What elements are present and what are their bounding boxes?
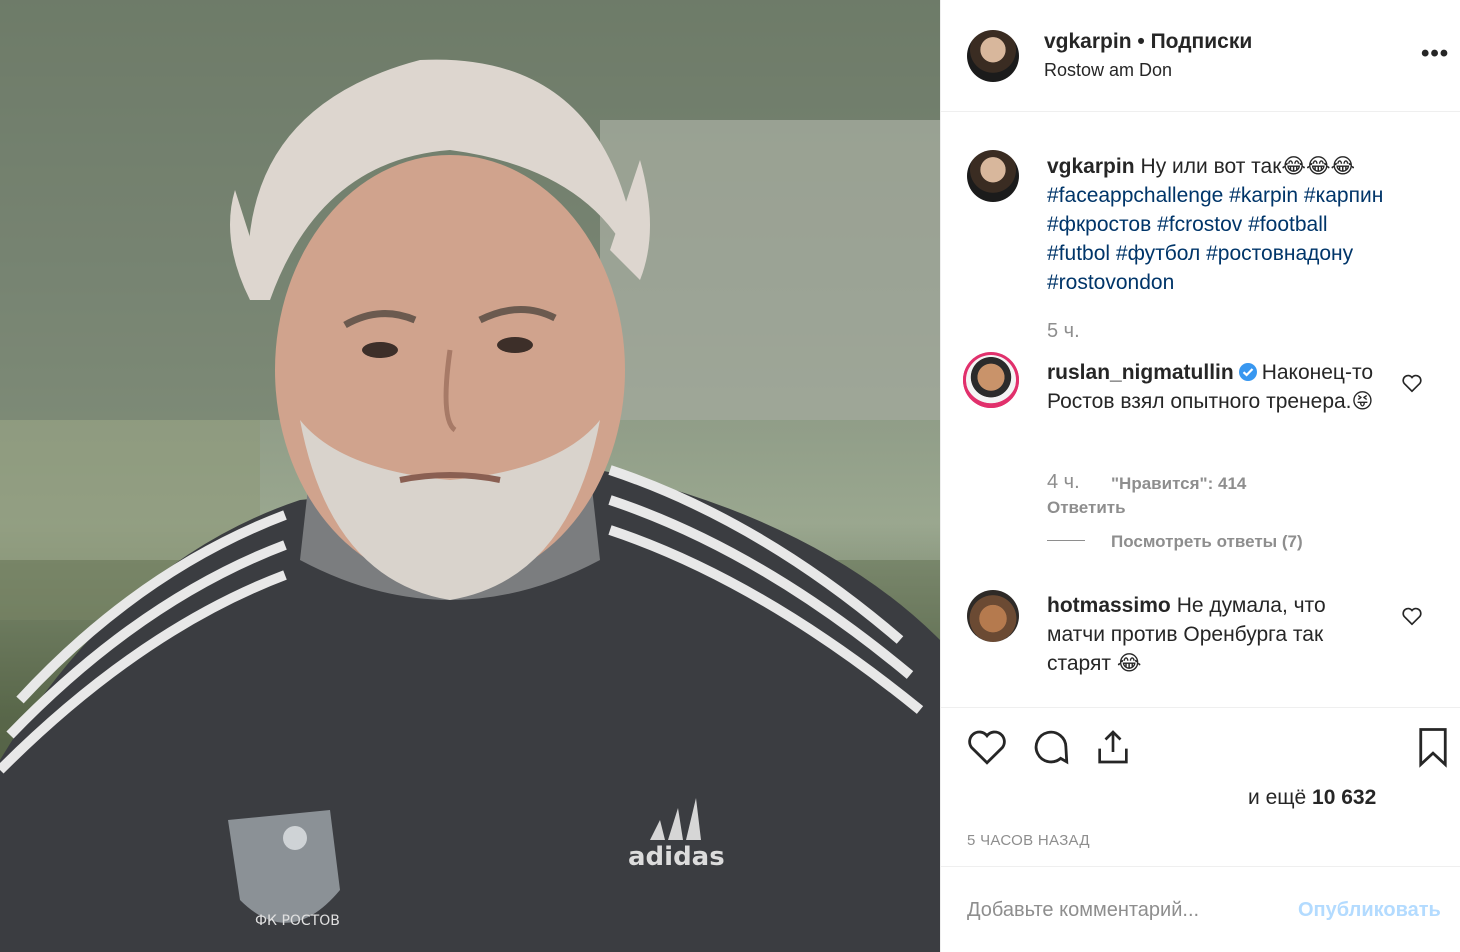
post-caption: vgkarpin Ну или вот так😂😂😂 #faceappchalle… [1047,152,1437,297]
comment-time[interactable]: 4 ч. [1047,471,1080,494]
hashtag-link[interactable]: #faceappchallenge [1047,184,1223,207]
post-sidebar: vgkarpin • Подписки Rostow am Don ••• vg… [940,0,1460,952]
add-comment-input[interactable]: Добавьте комментарий... [967,899,1199,922]
post: ФК РОСТОВ adidas vgkarpin • Подписки Ros… [0,0,1460,952]
hashtag-link[interactable]: #fcrostov [1157,213,1242,236]
photo-illustration: ФК РОСТОВ adidas [0,0,940,952]
reply-button[interactable]: Ответить [1047,498,1126,518]
caption-avatar[interactable] [967,150,1019,202]
crest-text: ФК РОСТОВ [255,913,340,929]
header-user-line: vgkarpin • Подписки [1044,30,1252,54]
comment-username[interactable]: ruslan_nigmatullin [1047,361,1234,384]
publish-button[interactable]: Опубликовать [1298,899,1441,922]
replies-divider [1047,540,1085,541]
post-timestamp[interactable]: 5 ЧАСОВ НАЗАД [967,832,1090,849]
comment-icon[interactable] [1029,726,1073,768]
hashtag-link[interactable]: #karpin [1229,184,1298,207]
comment-1: ruslan_nigmatullin Наконец-то Ростов взял… [1047,358,1377,416]
bookmark-icon[interactable] [1415,726,1451,768]
verified-badge-icon [1238,363,1257,381]
author-avatar[interactable] [967,30,1019,82]
hashtag-link[interactable]: #футбол [1116,242,1200,265]
heart-icon[interactable] [965,726,1009,768]
more-options-icon[interactable]: ••• [1421,42,1449,66]
comment-username[interactable]: hotmassimo [1047,594,1171,617]
post-photo[interactable]: ФК РОСТОВ adidas [0,0,940,952]
comment-like-heart-icon[interactable] [1401,605,1423,627]
caption-text: Ну или вот так😂😂😂 [1140,155,1356,178]
add-comment-divider [941,866,1460,867]
comment-2: hotmassimo Не думала, что матчи против Ор… [1047,591,1347,678]
likes-prefix: и ещё [1248,786,1307,809]
likes-count: 10 632 [1312,786,1377,809]
author-username[interactable]: vgkarpin [1044,30,1132,53]
post-location[interactable]: Rostow am Don [1044,60,1172,81]
hashtag-link[interactable]: #football [1248,213,1327,236]
actions-divider [941,707,1460,708]
commenter-avatar[interactable] [967,590,1019,642]
hashtag-link[interactable]: #futbol [1047,242,1110,265]
view-replies-button[interactable]: Посмотреть ответы (7) [1111,532,1303,552]
caption-time[interactable]: 5 ч. [1047,320,1080,343]
hashtag-link[interactable]: #карпин [1304,184,1383,207]
commenter-avatar[interactable] [963,352,1019,408]
comment-likes[interactable]: "Нравится": 414 [1111,474,1246,494]
adidas-logo: adidas [628,842,725,872]
post-header: vgkarpin • Подписки Rostow am Don ••• [941,0,1460,112]
hashtag-link[interactable]: #фкростов [1047,213,1151,236]
hashtag-link[interactable]: #rostovondon [1047,271,1174,294]
following-button[interactable]: Подписки [1151,30,1253,53]
share-icon[interactable] [1093,726,1133,768]
header-separator: • [1137,30,1145,53]
likes-summary[interactable]: и ещё 10 632 [1248,786,1376,810]
comment-like-heart-icon[interactable] [1401,372,1423,394]
caption-username[interactable]: vgkarpin [1047,155,1135,178]
hashtag-link[interactable]: #ростовнадону [1206,242,1353,265]
